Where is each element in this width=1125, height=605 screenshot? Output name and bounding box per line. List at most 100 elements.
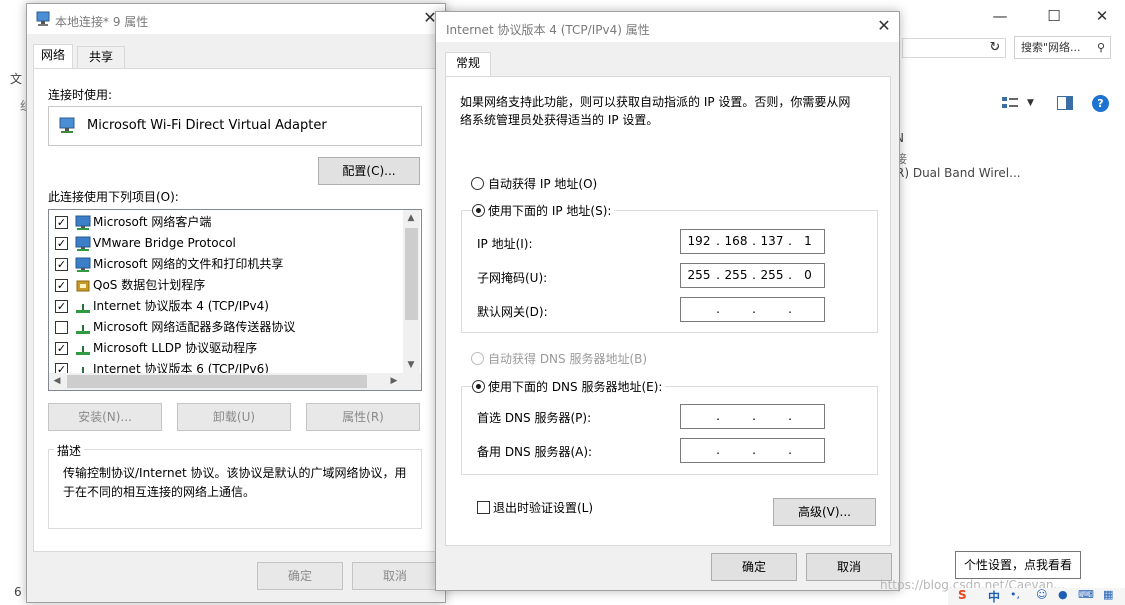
search-icon: ⚲	[1096, 41, 1105, 54]
scroll-down-icon[interactable]: ▼	[403, 357, 419, 373]
network-tab-panel: 连接时使用: Microsoft Wi-Fi Direct Virtual Ad…	[33, 68, 439, 552]
scroll-left-icon[interactable]: ◀	[49, 373, 65, 389]
subnet-octet-4[interactable]: 0	[793, 268, 823, 282]
qos-icon	[76, 280, 90, 292]
emoji-icon[interactable]: ☺	[1036, 588, 1047, 601]
list-item[interactable]: ✓ Microsoft 网络的文件和打印机共享	[51, 254, 401, 275]
validate-checkbox[interactable]	[477, 501, 490, 514]
subnet-field[interactable]: 255 . 255 . 255 . 0	[680, 263, 825, 288]
list-item-label: Microsoft 网络适配器多路传送器协议	[93, 320, 296, 334]
tab-sharing[interactable]: 共享	[77, 46, 125, 69]
manual-dns-radio[interactable]	[472, 380, 485, 393]
auto-dns-label[interactable]: 自动获得 DNS 服务器地址(B)	[488, 350, 647, 367]
punctuation-icon[interactable]: •,	[1010, 588, 1020, 601]
help-icon[interactable]: ?	[1092, 95, 1109, 112]
refresh-icon[interactable]: ↻	[985, 38, 1005, 58]
auto-ip-label[interactable]: 自动获得 IP 地址(O)	[488, 175, 597, 192]
close-icon[interactable]: ✕	[1092, 6, 1112, 26]
network-adapter-icon	[59, 117, 75, 133]
ip-address-label: IP 地址(I):	[477, 237, 533, 251]
ime-tooltip: 个性设置，点我看看	[955, 551, 1082, 579]
ime-language[interactable]: 中	[988, 588, 1000, 605]
manual-dns-label[interactable]: 使用下面的 DNS 服务器地址(E):	[485, 378, 666, 395]
dialog-title: Internet 协议版本 4 (TCP/IPv4) 属性	[446, 23, 650, 37]
scroll-thumb[interactable]	[405, 228, 418, 320]
preferred-dns-field[interactable]: . . .	[680, 404, 825, 429]
ip-dot: .	[752, 409, 756, 423]
vertical-scrollbar[interactable]: ▲ ▼	[403, 210, 420, 373]
advanced-button[interactable]: 高级(V)...	[773, 498, 876, 526]
minimize-icon[interactable]: —	[990, 6, 1010, 26]
list-item[interactable]: ✓ Internet 协议版本 4 (TCP/IPv4)	[51, 296, 401, 317]
scroll-right-icon[interactable]: ▶	[386, 373, 402, 389]
item-checkbox[interactable]: ✓	[55, 279, 68, 292]
install-button[interactable]: 安装(N)...	[48, 403, 162, 431]
protocol-icon	[76, 325, 90, 334]
list-item-label: Internet 协议版本 4 (TCP/IPv4)	[93, 299, 269, 313]
view-options-icon[interactable]	[1002, 96, 1018, 110]
keyboard-icon[interactable]: ⌨	[1078, 588, 1094, 601]
maximize-icon[interactable]: ☐	[1044, 6, 1064, 26]
tray-area: S 中 •, ☺ ● ⌨ ▦	[948, 588, 1125, 605]
auto-ip-radio[interactable]	[471, 177, 484, 190]
scroll-thumb-h[interactable]	[67, 375, 367, 388]
item-checkbox[interactable]: ✓	[55, 342, 68, 355]
subnet-octet-2[interactable]: 255	[721, 268, 751, 282]
items-label: 此连接使用下列项目(O):	[48, 190, 179, 204]
network-icon	[75, 236, 91, 251]
list-item[interactable]: ✓ QoS 数据包计划程序	[51, 275, 401, 296]
ipv4-properties-dialog: Internet 协议版本 4 (TCP/IPv4) 属性 ✕ 常规 如果网络支…	[435, 11, 900, 591]
microphone-icon[interactable]: ●	[1058, 588, 1068, 601]
list-item-label: Microsoft 网络的文件和打印机共享	[93, 257, 284, 271]
view-dropdown-icon[interactable]: ▼	[1027, 98, 1034, 108]
items-list[interactable]: ✓ Microsoft 网络客户端 ✓ VMware Bridge Protocol ✓…	[48, 209, 422, 391]
item-checkbox[interactable]: ✓	[55, 237, 68, 250]
ip-dot: .	[716, 302, 720, 316]
manual-ip-radio[interactable]	[472, 204, 485, 217]
settings-icon[interactable]: ▦	[1103, 588, 1113, 601]
subnet-octet-3[interactable]: 255	[757, 268, 787, 282]
cancel-button[interactable]: 取消	[352, 562, 438, 590]
ok-button[interactable]: 确定	[711, 553, 797, 581]
list-item[interactable]: ✓ Microsoft LLDP 协议驱动程序	[51, 338, 401, 359]
tab-general[interactable]: 常规	[445, 52, 491, 77]
uninstall-button[interactable]: 卸载(U)	[177, 403, 291, 431]
list-item[interactable]: ✓ Microsoft 网络客户端	[51, 212, 401, 233]
title-bar[interactable]: Internet 协议版本 4 (TCP/IPv4) 属性 ✕	[436, 12, 899, 42]
auto-dns-radio[interactable]	[471, 352, 484, 365]
ip-octet-3[interactable]: 137	[757, 234, 787, 248]
ip-octet-1[interactable]: 192	[684, 234, 714, 248]
list-item[interactable]: Microsoft 网络适配器多路传送器协议	[51, 317, 401, 338]
subnet-octet-1[interactable]: 255	[684, 268, 714, 282]
item-checkbox[interactable]	[55, 321, 68, 334]
adapter-device-partial: R) Dual Band Wirel...	[896, 166, 1021, 180]
close-icon[interactable]: ✕	[873, 17, 895, 37]
horizontal-scrollbar[interactable]: ◀ ▶	[49, 373, 421, 390]
item-checkbox[interactable]: ✓	[55, 300, 68, 313]
item-checkbox[interactable]: ✓	[55, 258, 68, 271]
item-checkbox[interactable]: ✓	[55, 216, 68, 229]
search-input[interactable]: 搜索"网络... ⚲	[1014, 36, 1111, 59]
configure-button[interactable]: 配置(C)...	[318, 157, 420, 185]
alternate-dns-field[interactable]: . . .	[680, 438, 825, 463]
ip-address-field[interactable]: 192 . 168 . 137 . 1	[680, 229, 825, 254]
list-item[interactable]: ✓ VMware Bridge Protocol	[51, 233, 401, 254]
ime-logo-icon[interactable]: S	[958, 588, 967, 602]
ip-octet-2[interactable]: 168	[721, 234, 751, 248]
ip-dot: .	[716, 409, 720, 423]
gateway-field[interactable]: . . .	[680, 297, 825, 322]
client-icon	[75, 215, 91, 230]
preview-pane-icon[interactable]	[1057, 96, 1073, 110]
title-bar[interactable]: 本地连接* 9 属性 ✕	[27, 4, 445, 34]
menu-file[interactable]: 文	[10, 70, 22, 87]
connection-properties-dialog: 本地连接* 9 属性 ✕ 网络 共享 连接时使用: Microsoft Wi-F…	[26, 3, 446, 603]
validate-label[interactable]: 退出时验证设置(L)	[493, 499, 593, 516]
cancel-button[interactable]: 取消	[806, 553, 892, 581]
scroll-up-icon[interactable]: ▲	[403, 210, 419, 226]
ip-octet-4[interactable]: 1	[793, 234, 823, 248]
ip-dot: .	[752, 302, 756, 316]
ok-button[interactable]: 确定	[257, 562, 343, 590]
manual-ip-label[interactable]: 使用下面的 IP 地址(S):	[485, 202, 615, 219]
properties-button[interactable]: 属性(R)	[306, 403, 420, 431]
tab-network[interactable]: 网络	[33, 44, 73, 69]
